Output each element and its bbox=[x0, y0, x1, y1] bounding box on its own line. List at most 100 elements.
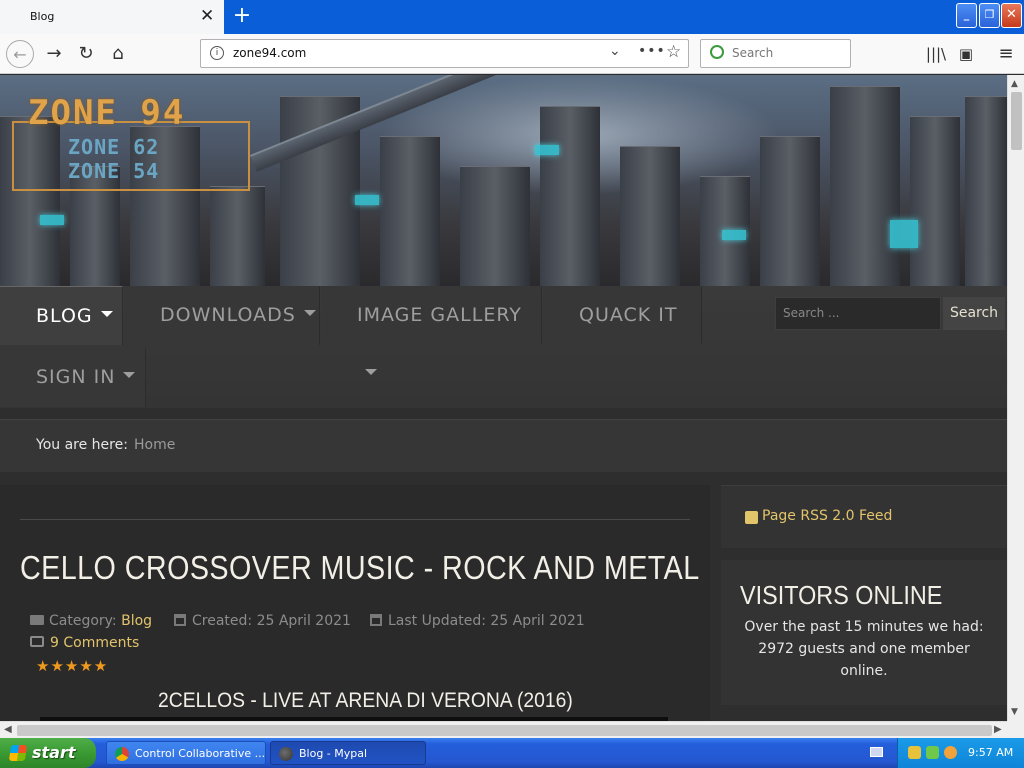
rss-icon bbox=[745, 511, 758, 524]
new-tab-button[interactable]: + bbox=[230, 3, 254, 29]
article-category: Category: Blog bbox=[30, 613, 152, 629]
taskbar-item-label: Control Collaborative ... bbox=[135, 747, 266, 760]
banner-building bbox=[620, 146, 680, 286]
banner-building bbox=[910, 116, 960, 286]
network-icon[interactable] bbox=[926, 746, 939, 759]
site-search-button[interactable]: Search bbox=[943, 297, 1005, 330]
scrollbar-thumb[interactable] bbox=[17, 725, 992, 736]
article-updated: Last Updated: 25 April 2021 bbox=[370, 613, 585, 629]
forward-arrow-icon[interactable]: → bbox=[40, 40, 68, 68]
search-icon[interactable] bbox=[944, 746, 957, 759]
browser-titlebar: Blog ✕ + _ ❐ ✕ bbox=[0, 0, 1024, 34]
scroll-right-icon[interactable]: ▶ bbox=[994, 724, 1002, 735]
updated-date: Last Updated: 25 April 2021 bbox=[388, 613, 585, 629]
caret-down-icon bbox=[365, 369, 377, 375]
page-viewport: ZONE 94 ZONE 62 ZONE 54 BLOG DOWNLOADS I… bbox=[0, 75, 1007, 721]
taskbar-item-label: Blog - Mypal bbox=[299, 747, 368, 760]
browser-toolbar: ← → ↻ ⌂ i zone94.com ⌄ ••• ☆ Search |||\… bbox=[0, 34, 1024, 74]
comments-link[interactable]: 9 Comments bbox=[30, 635, 139, 651]
taskbar-item-mypal[interactable]: Blog - Mypal bbox=[270, 741, 426, 765]
menu-item-label: BLOG bbox=[36, 305, 93, 327]
menu-item-label: QUACK IT bbox=[579, 304, 678, 326]
created-date: Created: 25 April 2021 bbox=[192, 613, 351, 629]
chrome-icon bbox=[115, 747, 129, 761]
banner-building bbox=[830, 86, 900, 286]
banner-building bbox=[540, 106, 600, 286]
browser-tab-blog[interactable]: Blog ✕ bbox=[0, 0, 224, 34]
folder-icon bbox=[30, 615, 44, 625]
menu-item-label: SIGN IN bbox=[36, 366, 116, 388]
scroll-down-icon[interactable]: ▼ bbox=[1011, 707, 1018, 717]
menu-item-quack-it[interactable]: QUACK IT bbox=[543, 286, 702, 345]
tab-title: Blog bbox=[30, 10, 55, 23]
window-minimize-button[interactable]: _ bbox=[956, 3, 977, 28]
video-title: 2CELLOS - LIVE AT ARENA DI VERONA (2016) bbox=[158, 689, 573, 712]
breadcrumb-label: You are here: bbox=[36, 437, 128, 453]
category-label: Category: bbox=[49, 613, 117, 629]
url-text[interactable]: zone94.com bbox=[233, 46, 306, 60]
rss-module: Page RSS 2.0 Feed bbox=[721, 485, 1007, 548]
window-close-button[interactable]: ✕ bbox=[1001, 3, 1022, 28]
caret-down-icon bbox=[100, 311, 113, 317]
vertical-scrollbar[interactable]: ▲ ▼ bbox=[1007, 75, 1024, 721]
menu-item-image-gallery[interactable]: IMAGE GALLERY bbox=[321, 286, 542, 375]
banner-building bbox=[965, 96, 1007, 286]
visitors-text: Over the past 15 minutes we had: 2972 gu… bbox=[744, 619, 984, 679]
visitors-module: VISITORS ONLINE Over the past 15 minutes… bbox=[721, 560, 1007, 705]
breadcrumb: You are here: Home bbox=[0, 419, 1007, 472]
shield-icon[interactable] bbox=[908, 746, 921, 759]
calendar-icon bbox=[174, 614, 186, 626]
clock[interactable]: 9:57 AM bbox=[968, 746, 1013, 759]
start-label: start bbox=[32, 743, 76, 762]
category-link[interactable]: Blog bbox=[121, 613, 152, 629]
scroll-left-icon[interactable]: ◀ bbox=[4, 724, 12, 735]
menu-item-blog[interactable]: BLOG bbox=[0, 286, 123, 345]
breadcrumb-home[interactable]: Home bbox=[134, 437, 175, 453]
chevron-down-icon[interactable]: ⌄ bbox=[609, 43, 621, 59]
banner-building bbox=[460, 166, 530, 286]
reload-icon[interactable]: ↻ bbox=[72, 40, 100, 68]
site-info-icon[interactable]: i bbox=[210, 46, 224, 60]
star-rating[interactable]: ★★★★★ bbox=[36, 657, 108, 675]
banner-hologram bbox=[40, 215, 64, 225]
mypal-icon bbox=[279, 747, 293, 761]
banner-building bbox=[760, 136, 820, 286]
logo-subtitle: ZONE 62 bbox=[68, 135, 160, 159]
address-bar[interactable]: i zone94.com ⌄ ••• ☆ bbox=[200, 39, 689, 68]
main-menu: BLOG DOWNLOADS IMAGE GALLERY QUACK IT SI… bbox=[0, 286, 1007, 408]
windows-logo-icon bbox=[8, 745, 28, 761]
logo-subtitle: ZONE 54 bbox=[68, 159, 160, 183]
article-created: Created: 25 April 2021 bbox=[174, 613, 351, 629]
start-button[interactable]: start bbox=[0, 738, 96, 768]
browser-search-input[interactable]: Search bbox=[700, 39, 851, 68]
horizontal-scrollbar[interactable]: ◀ ▶ bbox=[0, 721, 1007, 738]
menu-item-label: DOWNLOADS bbox=[160, 304, 296, 326]
scroll-up-icon[interactable]: ▲ bbox=[1011, 79, 1018, 89]
caret-down-icon bbox=[123, 372, 136, 378]
page-actions-icon[interactable]: ••• bbox=[638, 43, 666, 59]
menu-item-downloads[interactable]: DOWNLOADS bbox=[124, 286, 320, 345]
calendar-icon bbox=[370, 614, 382, 626]
hamburger-menu-icon[interactable]: ≡ bbox=[992, 40, 1020, 68]
taskbar-item-chrome[interactable]: Control Collaborative ... bbox=[106, 741, 266, 765]
scrollbar-thumb[interactable] bbox=[1011, 92, 1022, 150]
banner-hologram bbox=[722, 230, 746, 240]
article-title: CELLO CROSSOVER MUSIC - ROCK AND METAL bbox=[20, 549, 700, 586]
library-icon[interactable]: |||\ bbox=[922, 40, 950, 68]
system-tray: 9:57 AM bbox=[897, 738, 1024, 768]
keyboard-icon[interactable] bbox=[870, 747, 883, 757]
back-arrow-icon[interactable]: ← bbox=[6, 40, 34, 68]
site-search-input[interactable]: Search ... bbox=[775, 297, 941, 330]
bookmark-star-icon[interactable]: ☆ bbox=[666, 42, 681, 62]
search-placeholder: Search bbox=[732, 46, 774, 60]
comment-icon bbox=[30, 636, 44, 647]
divider bbox=[20, 519, 690, 520]
site-logo[interactable]: ZONE 94 bbox=[28, 93, 185, 133]
window-maximize-button[interactable]: ❐ bbox=[979, 3, 1000, 28]
tab-close-icon[interactable]: ✕ bbox=[200, 6, 214, 26]
banner-hologram bbox=[890, 220, 918, 248]
rss-feed-link[interactable]: Page RSS 2.0 Feed bbox=[762, 508, 892, 524]
sidebar-icon[interactable]: ▣ bbox=[952, 40, 980, 68]
menu-item-sign-in[interactable]: SIGN IN bbox=[0, 348, 146, 407]
home-icon[interactable]: ⌂ bbox=[104, 40, 132, 68]
